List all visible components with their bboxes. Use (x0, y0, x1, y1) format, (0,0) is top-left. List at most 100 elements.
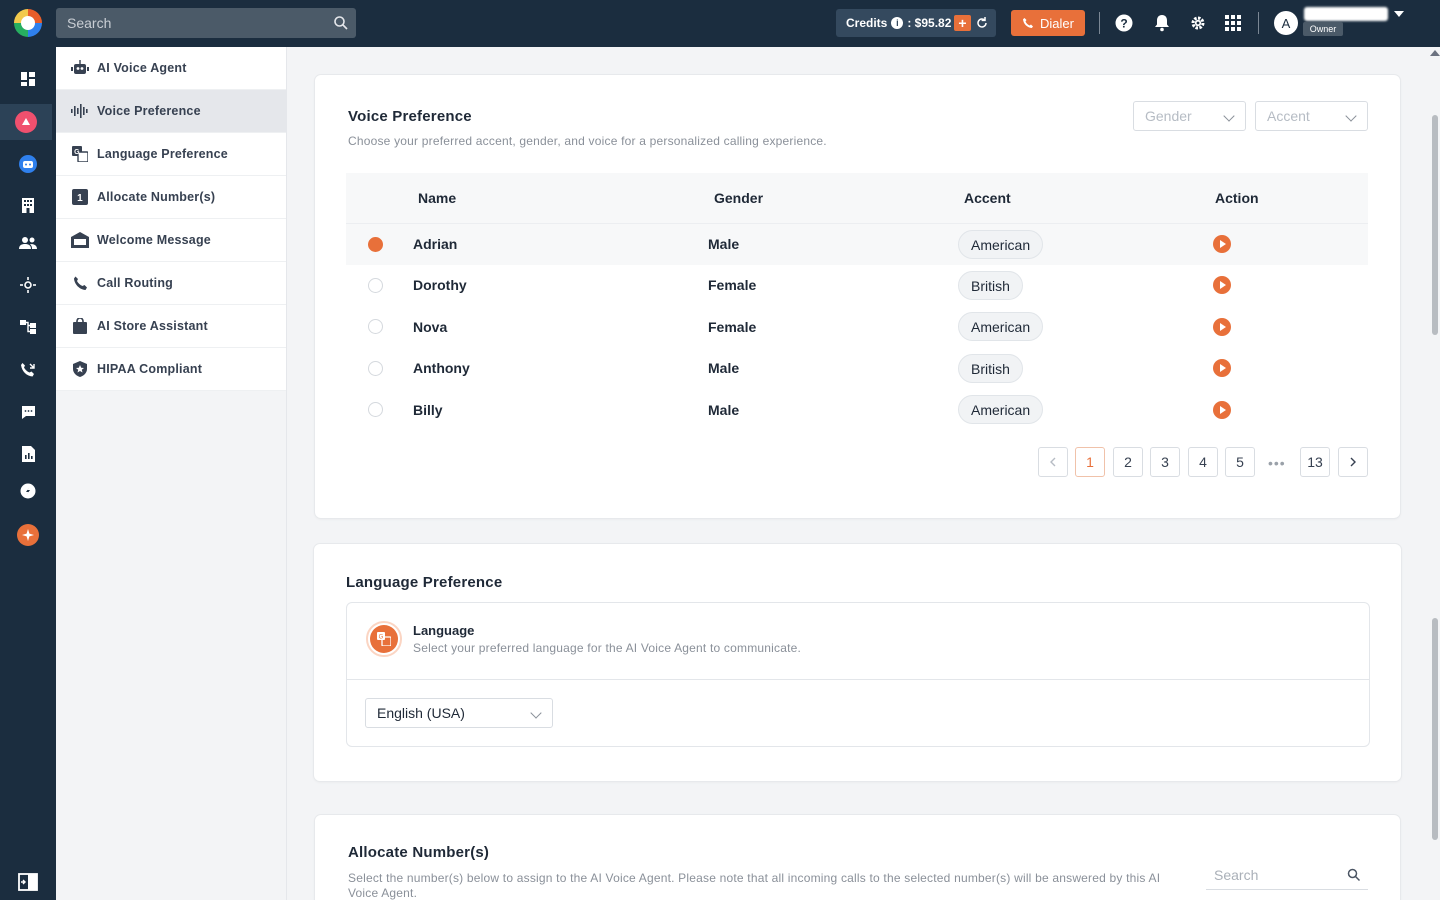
accent-badge: British (958, 353, 1023, 383)
divider (1099, 12, 1100, 34)
accent-filter-select[interactable]: Accent (1255, 101, 1368, 131)
play-icon[interactable] (1213, 276, 1231, 295)
global-search-input[interactable] (56, 8, 356, 38)
dashboard-icon[interactable] (0, 61, 56, 97)
language-description: Select your preferred language for the A… (413, 641, 802, 655)
pagination-page-4[interactable]: 4 (1188, 447, 1218, 477)
dialer-button[interactable]: Dialer (1011, 10, 1085, 36)
pagination-page-last[interactable]: 13 (1300, 447, 1330, 477)
table-row[interactable]: Nova Female American (346, 306, 1368, 348)
translate-icon: G (366, 621, 402, 657)
header-gender[interactable]: Gender (708, 173, 958, 224)
collapse-sidebar-icon[interactable] (0, 864, 56, 900)
username-redacted[interactable] (1304, 7, 1388, 21)
table-row[interactable]: Billy Male American (346, 389, 1368, 431)
pagination-page-3[interactable]: 3 (1150, 447, 1180, 477)
refresh-icon[interactable] (976, 16, 988, 30)
subnav-item-hipaa-compliant[interactable]: HIPAA Compliant (56, 348, 286, 391)
gender-filter-placeholder: Gender (1145, 108, 1192, 124)
info-icon[interactable]: i (891, 17, 904, 29)
top-bar: Credits i : $95.82 + Dialer ? A Owner (0, 0, 1440, 47)
subnav-item-allocate-numbers[interactable]: 1 Allocate Number(s) (56, 176, 286, 219)
voice-radio[interactable] (368, 277, 383, 293)
subnav-item-language-preference[interactable]: G Language Preference (56, 133, 286, 176)
sparkle-icon[interactable] (0, 517, 56, 553)
credits-amount: : $95.82 (907, 16, 952, 30)
header-name[interactable]: Name (408, 173, 708, 224)
accent-badge: American (958, 395, 1044, 425)
workflow-icon[interactable] (0, 309, 56, 345)
help-icon[interactable]: ? (1114, 13, 1134, 33)
voice-gender: Male (708, 360, 740, 377)
pagination-page-5[interactable]: 5 (1225, 447, 1255, 477)
subnav-label: Call Routing (97, 276, 174, 290)
building-icon[interactable] (0, 187, 56, 223)
accent-badge: American (958, 312, 1044, 342)
subnav-item-call-routing[interactable]: Call Routing (56, 262, 286, 305)
scrollbar-thumb[interactable] (1432, 115, 1438, 335)
accent-badge: British (958, 270, 1023, 300)
subnav-label: AI Store Assistant (97, 319, 208, 333)
chevron-down-icon[interactable] (1394, 11, 1404, 17)
report-icon[interactable] (0, 436, 56, 472)
app-logo[interactable] (14, 9, 42, 37)
contacts-icon[interactable] (0, 225, 56, 261)
chatbot-icon[interactable] (0, 146, 56, 182)
pagination-ellipsis[interactable]: ••• (1268, 455, 1286, 471)
voice-radio[interactable] (368, 402, 383, 418)
bell-icon[interactable] (1152, 13, 1172, 33)
svg-text:G: G (74, 149, 80, 156)
subnav-item-voice-preference[interactable]: Voice Preference (56, 90, 286, 133)
play-icon[interactable] (1213, 317, 1231, 336)
language-select[interactable]: English (USA) (365, 698, 553, 728)
pagination-next-button[interactable] (1338, 447, 1368, 477)
play-icon[interactable] (1213, 359, 1231, 378)
subnav-label: AI Voice Agent (97, 61, 187, 75)
voice-radio[interactable] (368, 236, 383, 252)
integrations-icon[interactable] (0, 267, 56, 303)
chat-icon[interactable] (0, 394, 56, 430)
pagination-page-1[interactable]: 1 (1075, 447, 1105, 477)
search-icon[interactable] (1347, 868, 1361, 882)
play-icon[interactable] (1213, 235, 1231, 253)
table-row[interactable]: Adrian Male American (346, 223, 1368, 265)
scrollbar-thumb-secondary[interactable] (1432, 618, 1438, 840)
voice-radio[interactable] (368, 360, 383, 376)
subnav-item-ai-store-assistant[interactable]: AI Store Assistant (56, 305, 286, 348)
table-header-row: Name Gender Accent Action (346, 173, 1368, 224)
voice-radio[interactable] (368, 319, 383, 335)
svg-text:G: G (379, 635, 384, 641)
table-row[interactable]: Dorothy Female British (346, 265, 1368, 307)
pagination-page-2[interactable]: 2 (1113, 447, 1143, 477)
add-credits-button[interactable]: + (954, 15, 971, 31)
ai-voice-agent-icon[interactable] (0, 104, 52, 140)
accent-badge: American (958, 229, 1044, 259)
search-icon[interactable] (333, 15, 349, 31)
pagination-prev-button[interactable] (1038, 447, 1068, 477)
left-rail (0, 47, 56, 900)
voice-gender: Male (708, 401, 740, 418)
gear-icon[interactable] (1188, 13, 1208, 33)
voice-name: Adrian (408, 223, 708, 265)
allocate-search-input[interactable] (1206, 860, 1368, 890)
chevron-down-icon (530, 707, 542, 719)
avatar[interactable]: A (1274, 11, 1298, 35)
call-log-icon[interactable] (0, 352, 56, 388)
table-row[interactable]: Anthony Male British (346, 348, 1368, 390)
voice-preference-description: Choose your preferred accent, gender, an… (348, 134, 827, 148)
subnav-item-welcome-message[interactable]: Welcome Message (56, 219, 286, 262)
voice-table: Name Gender Accent Action Adrian Male Am… (346, 173, 1368, 431)
gender-filter-select[interactable]: Gender (1133, 101, 1246, 131)
scroll-up-arrow[interactable] (1430, 50, 1440, 56)
shield-icon (71, 360, 89, 378)
chevron-left-icon (1050, 457, 1056, 467)
compass-icon[interactable] (0, 473, 56, 509)
play-icon[interactable] (1213, 400, 1231, 419)
chevron-down-icon (1345, 110, 1357, 122)
subnav-item-ai-voice-agent[interactable]: AI Voice Agent (56, 47, 286, 90)
allocate-numbers-title: Allocate Number(s) (348, 844, 490, 861)
header-accent[interactable]: Accent (958, 173, 1208, 224)
voice-name: Billy (413, 401, 443, 418)
voice-name: Dorothy (413, 277, 467, 294)
apps-grid-icon[interactable] (1223, 13, 1243, 33)
